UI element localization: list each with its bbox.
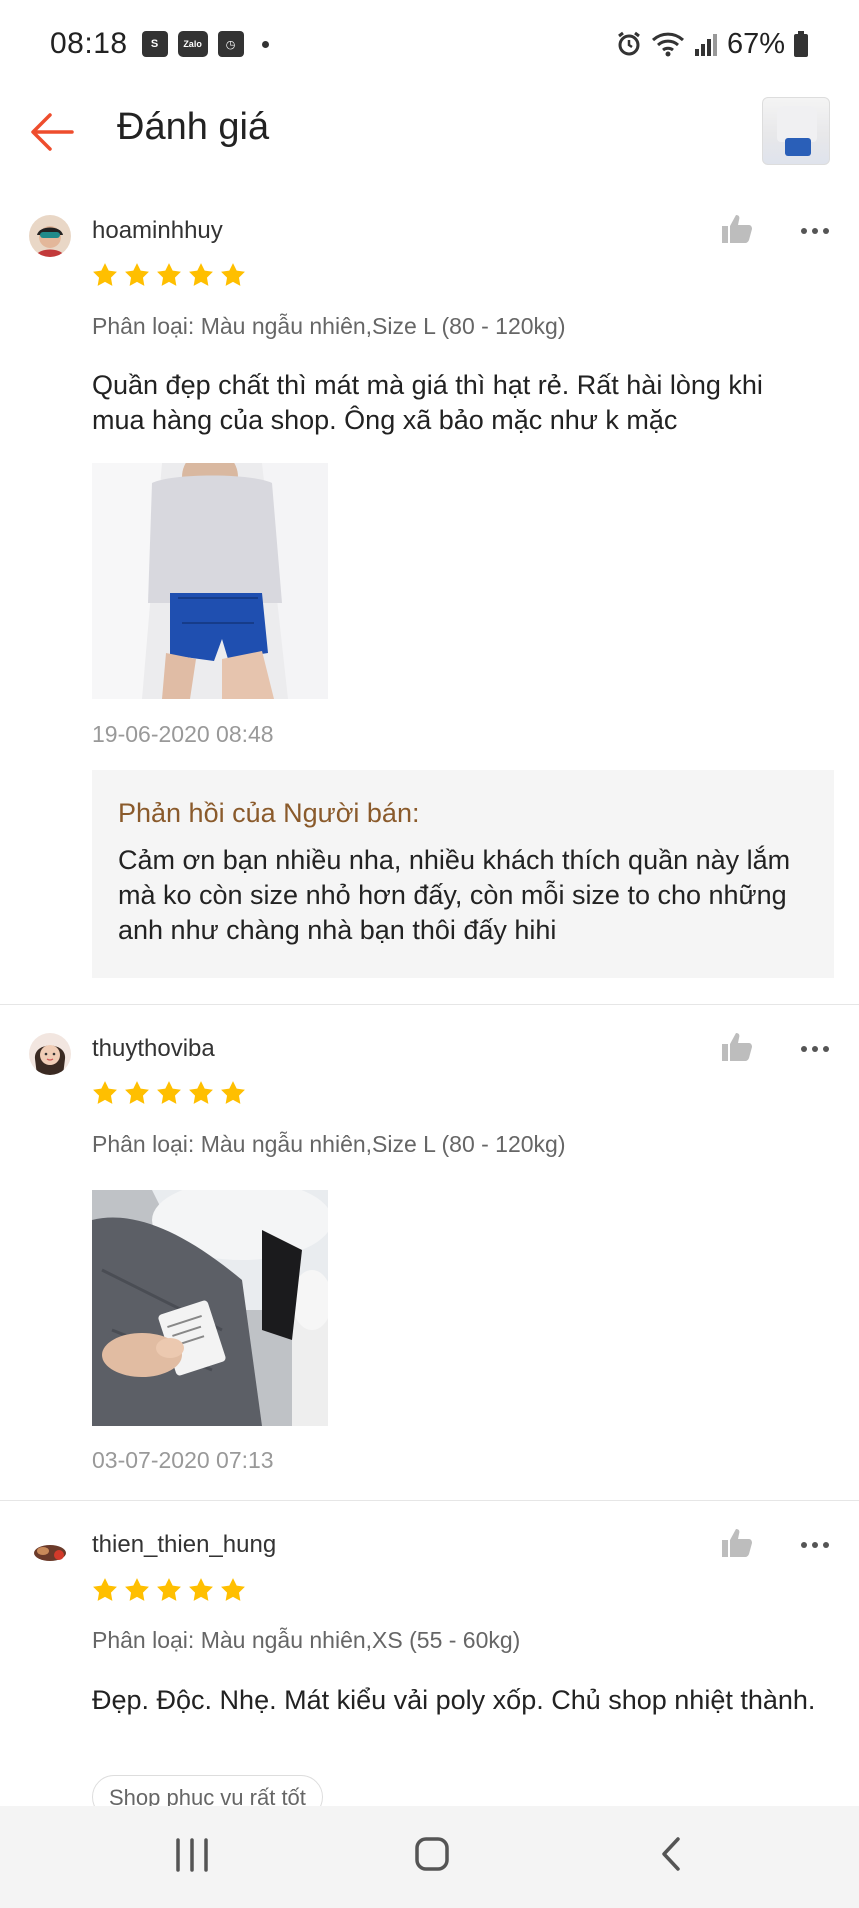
divider xyxy=(0,1500,859,1501)
seller-reply-title: Phản hồi của Người bán: xyxy=(118,798,420,828)
star-icon xyxy=(189,1578,213,1601)
signal-icon xyxy=(694,34,717,56)
star-icon xyxy=(125,263,149,286)
product-thumbnail[interactable] xyxy=(762,97,830,165)
star-icon xyxy=(157,1081,181,1104)
star-icon xyxy=(221,263,245,286)
review-comment: Đẹp. Độc. Nhẹ. Mát kiểu vải poly xốp. Ch… xyxy=(92,1685,816,1715)
star-icon xyxy=(157,1578,181,1601)
reviewer-name[interactable]: thien_thien_hung xyxy=(92,1531,276,1559)
star-icon xyxy=(189,1081,213,1104)
seller-reply-text: Cảm ơn bạn nhiều nha, nhiều khách thích … xyxy=(118,845,791,945)
notification-icons: S Zalo ◷ xyxy=(141,31,269,57)
review-photo[interactable] xyxy=(92,1190,328,1426)
star-rating xyxy=(92,1577,246,1603)
battery-percent: 67% xyxy=(726,27,785,60)
divider xyxy=(0,1004,859,1005)
review-date: 03-07-2020 07:13 xyxy=(92,1447,274,1473)
star-rating xyxy=(92,262,246,288)
alarm-icon xyxy=(618,31,640,56)
star-icon xyxy=(93,1578,117,1601)
like-icon[interactable] xyxy=(720,213,754,245)
seller-reply: Phản hồi của Người bán: Cảm ơn bạn nhiều… xyxy=(92,770,834,978)
product-variant: Phân loại: Màu ngẫu nhiên,Size L (80 - 1… xyxy=(92,313,566,339)
more-options-icon[interactable] xyxy=(800,1040,836,1060)
notification-dot xyxy=(261,40,269,48)
star-icon xyxy=(93,1081,117,1104)
battery-icon xyxy=(794,31,808,57)
clock-app-icon: ◷ xyxy=(217,31,244,57)
back-arrow-icon[interactable] xyxy=(28,112,74,152)
system-nav-bar xyxy=(0,1806,859,1908)
recent-apps-icon[interactable] xyxy=(174,1834,210,1874)
star-rating xyxy=(92,1080,246,1106)
like-icon[interactable] xyxy=(720,1527,754,1559)
review-comment: Quần đẹp chất thì mát mà giá thì hạt rẻ.… xyxy=(92,370,763,435)
avatar[interactable] xyxy=(29,1529,71,1571)
status-right: 67% xyxy=(615,28,809,61)
star-icon xyxy=(125,1081,149,1104)
avatar[interactable] xyxy=(29,1033,71,1075)
more-options-icon[interactable] xyxy=(800,222,836,242)
zalo-icon: Zalo xyxy=(177,31,208,57)
wifi-icon xyxy=(651,32,684,57)
star-icon xyxy=(221,1081,245,1104)
star-icon xyxy=(189,263,213,286)
status-time: 08:18 xyxy=(50,27,128,60)
like-icon[interactable] xyxy=(720,1031,754,1063)
star-icon xyxy=(93,263,117,286)
page-title: Đánh giá xyxy=(117,106,270,148)
star-icon xyxy=(157,263,181,286)
review-date: 19-06-2020 08:48 xyxy=(92,721,274,747)
review-photo[interactable] xyxy=(92,463,328,699)
back-nav-icon[interactable] xyxy=(656,1834,686,1874)
more-options-icon[interactable] xyxy=(800,1536,836,1556)
home-icon[interactable] xyxy=(412,1834,452,1874)
reviewer-name[interactable]: hoaminhhuy xyxy=(92,217,223,245)
avatar[interactable] xyxy=(29,215,71,257)
product-variant: Phân loại: Màu ngẫu nhiên,XS (55 - 60kg) xyxy=(92,1627,521,1653)
reviewer-name[interactable]: thuythoviba xyxy=(92,1035,215,1063)
app-header: Đánh giá xyxy=(0,88,859,174)
status-bar: 08:18 S Zalo ◷ 67% xyxy=(0,0,859,88)
shopee-icon: S xyxy=(141,31,168,57)
star-icon xyxy=(125,1578,149,1601)
star-icon xyxy=(221,1578,245,1601)
product-variant: Phân loại: Màu ngẫu nhiên,Size L (80 - 1… xyxy=(92,1131,566,1157)
